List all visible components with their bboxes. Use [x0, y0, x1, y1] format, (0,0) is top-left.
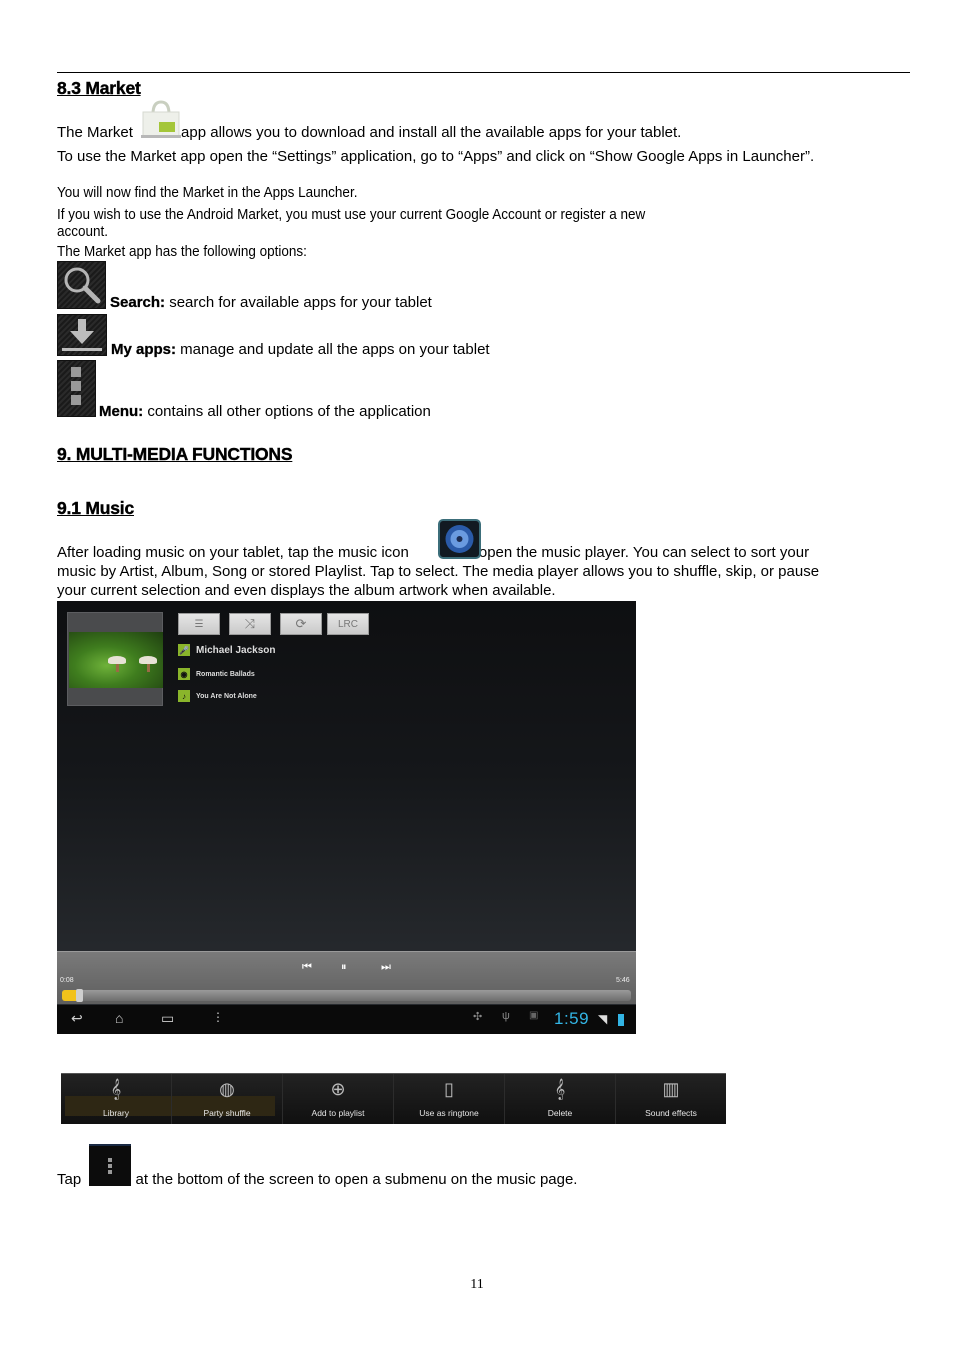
- wifi-icon: ◥: [598, 1012, 608, 1026]
- submenu-item-sound-effects[interactable]: ▥ Sound effects: [616, 1074, 726, 1124]
- add-to-playlist-icon: ⊕: [330, 1079, 346, 1099]
- section-heading-multimedia: 9. MULTI-MEDIA FUNCTIONS: [57, 444, 293, 464]
- ringtone-icon: ▯: [444, 1079, 454, 1099]
- duration-time: 5:46: [616, 977, 630, 984]
- section-heading-market: 8.3 Market: [57, 78, 141, 98]
- list-icon: ☰: [194, 618, 204, 630]
- submenu-item-party-shuffle[interactable]: ◍ Party shuffle: [172, 1074, 283, 1124]
- elapsed-time: 0:08: [60, 977, 74, 984]
- section-heading-music: 9.1 Music: [57, 498, 135, 518]
- seek-thumb[interactable]: [76, 989, 83, 1002]
- media-notification-icon: ▣: [529, 1010, 539, 1021]
- submenu-item-add-to-playlist[interactable]: ⊕ Add to playlist: [283, 1074, 394, 1124]
- account-line-2: account.: [57, 223, 109, 240]
- system-nav-bar: ↩ ⌂ ▭ ⋮ ✣ ψ ▣ 1:59 ◥: [57, 1005, 636, 1034]
- sound-effects-icon: ▥: [662, 1079, 680, 1099]
- album-art-frame: [67, 612, 163, 706]
- overflow-menu-icon[interactable]: ⋮: [212, 1010, 224, 1024]
- song-row: ♪ You Are Not Alone: [178, 690, 257, 702]
- party-shuffle-icon: ◍: [219, 1079, 235, 1099]
- menu-icon: [57, 360, 96, 417]
- account-line-1: If you wish to use the Android Market, y…: [57, 206, 646, 223]
- android-debug-icon: ✣: [473, 1011, 483, 1023]
- status-clock: 1:59: [554, 1009, 590, 1028]
- back-icon[interactable]: ↩: [71, 1010, 83, 1027]
- page-number: 11: [470, 1277, 484, 1292]
- note-icon: ♪: [178, 690, 190, 702]
- library-icon: 𝄞: [110, 1079, 122, 1099]
- option-search: Search: search for available apps for yo…: [110, 294, 432, 311]
- delete-icon: 𝄞: [554, 1079, 566, 1099]
- option-my-apps: My apps: manage and update all the apps …: [111, 341, 490, 358]
- option-menu: Menu: contains all other options of the …: [99, 403, 431, 420]
- launcher-line: You will now find the Market in the Apps…: [57, 184, 358, 201]
- recent-apps-icon[interactable]: ▭: [161, 1010, 174, 1027]
- options-intro: The Market app has the following options…: [57, 243, 307, 260]
- playback-controls: ⏮ ⏸ ⏭ 0:08 5:46: [57, 951, 636, 1004]
- overflow-menu-icon: [89, 1144, 131, 1186]
- submenu-item-use-as-ringtone[interactable]: ▯ Use as ringtone: [394, 1074, 505, 1124]
- battery-icon: [618, 1014, 624, 1026]
- seek-bar[interactable]: [62, 989, 631, 1002]
- next-button[interactable]: ⏭: [381, 961, 391, 974]
- submenu-item-delete[interactable]: 𝄞 Delete: [505, 1074, 616, 1124]
- music-intro-line-1: After loading music on your tablet, tap …: [57, 544, 810, 561]
- artist-row: 🎤 Michael Jackson: [178, 644, 276, 656]
- microphone-icon: 🎤: [178, 644, 190, 656]
- repeat-button[interactable]: ⟳: [280, 613, 322, 635]
- seek-progress: [62, 990, 76, 1001]
- music-intro-line-3: your current selection and even displays…: [57, 582, 556, 599]
- usb-icon: ψ: [502, 1010, 510, 1022]
- shuffle-icon: ⤨: [244, 616, 256, 631]
- album-row: ◉ Romantic Ballads: [178, 668, 255, 680]
- download-icon: [57, 314, 107, 356]
- submenu-item-library[interactable]: 𝄞 Library: [61, 1074, 172, 1124]
- shuffle-button[interactable]: ⤨: [229, 613, 271, 635]
- list-button[interactable]: ☰: [178, 613, 220, 635]
- lyrics-button[interactable]: LRC: [327, 613, 369, 635]
- music-app-icon: [438, 519, 481, 559]
- album-artwork: [69, 632, 163, 688]
- music-intro-line-2: music by Artist, Album, Song or stored P…: [57, 563, 820, 580]
- search-icon: [57, 261, 106, 309]
- header-rule: [57, 72, 910, 73]
- home-icon[interactable]: ⌂: [115, 1010, 123, 1026]
- music-player-screenshot: ☰ ⤨ ⟳ LRC 🎤 Michael Jackson ◉ Romantic Bal…: [57, 601, 636, 1034]
- settings-instruction: To use the Market app open the “Settings…: [57, 148, 815, 165]
- pause-button[interactable]: ⏸: [341, 961, 347, 974]
- market-bag-icon: [139, 98, 183, 140]
- disc-icon: ◉: [178, 668, 190, 680]
- repeat-icon: ⟳: [295, 616, 307, 631]
- music-submenu-screenshot: 𝄞 Library ◍ Party shuffle ⊕ Add to playl…: [61, 1073, 726, 1124]
- tap-instruction: Tap at the bottom of the screen to open …: [57, 1171, 578, 1188]
- previous-button[interactable]: ⏮: [302, 961, 312, 974]
